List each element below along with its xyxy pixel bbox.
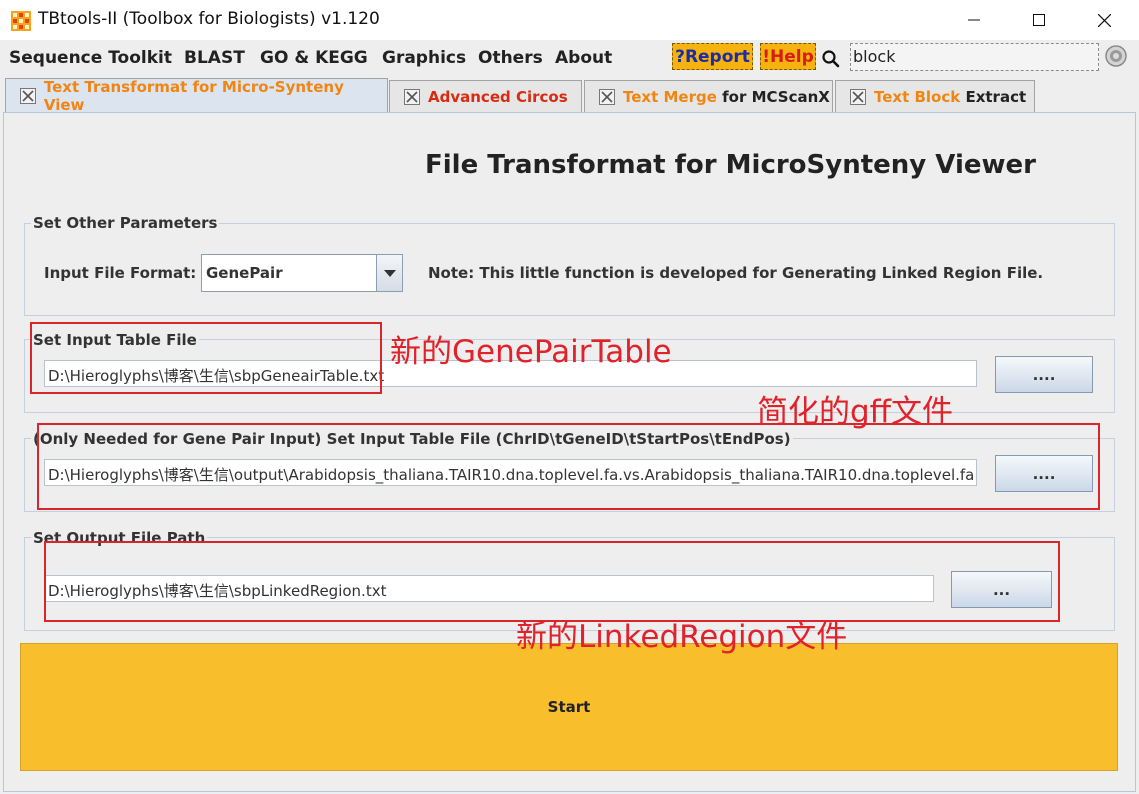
app-window: TBtools-II (Toolbox for Biologists) v1.1… bbox=[0, 0, 1139, 794]
tab-text-block[interactable]: Text Block Extract bbox=[835, 80, 1035, 112]
tab-label: Text Merge bbox=[623, 87, 717, 106]
close-tab-icon[interactable] bbox=[404, 88, 420, 105]
report-button[interactable]: ?Report bbox=[672, 43, 753, 70]
settings-gear-icon[interactable] bbox=[1104, 44, 1128, 68]
tab-text-merge[interactable]: Text Merge for MCScanX bbox=[584, 80, 833, 112]
gff-table-path-field[interactable]: D:\Hieroglyphs\博客\生信\output\Arabidopsis_… bbox=[44, 459, 977, 486]
search-input[interactable]: block bbox=[850, 43, 1099, 71]
menu-bar: Sequence Toolkit BLAST GO & KEGG Graphic… bbox=[0, 40, 1139, 78]
help-button[interactable]: !Help bbox=[760, 43, 816, 70]
maximize-button[interactable] bbox=[1007, 0, 1071, 40]
menu-others[interactable]: Others bbox=[478, 48, 543, 68]
window-title: TBtools-II (Toolbox for Biologists) v1.1… bbox=[38, 9, 380, 29]
tab-advanced-circos[interactable]: Advanced Circos bbox=[389, 80, 582, 112]
menu-graphics[interactable]: Graphics bbox=[382, 48, 466, 68]
gff-table-group-label: (Only Needed for Gene Pair Input) Set In… bbox=[31, 430, 793, 448]
tool-panel: File Transformat for MicroSynteny Viewer… bbox=[3, 112, 1136, 792]
output-path-browse-button[interactable]: ... bbox=[951, 571, 1052, 608]
maximize-icon bbox=[1033, 14, 1045, 26]
tab-strip: Text Transformat for Micro-Synteny View … bbox=[0, 77, 1139, 114]
output-path-field[interactable]: D:\Hieroglyphs\博客\生信\sbpLinkedRegion.txt bbox=[44, 575, 934, 602]
close-tab-icon[interactable] bbox=[850, 88, 866, 105]
chevron-down-icon[interactable] bbox=[376, 255, 402, 291]
close-tab-icon[interactable] bbox=[20, 87, 36, 104]
tab-label: Advanced Circos bbox=[428, 87, 568, 106]
menu-sequence-toolkit[interactable]: Sequence Toolkit bbox=[9, 48, 172, 68]
format-note: Note: This little function is developed … bbox=[428, 264, 1044, 282]
search-icon[interactable] bbox=[821, 49, 841, 69]
title-bar: TBtools-II (Toolbox for Biologists) v1.1… bbox=[0, 0, 1139, 40]
input-format-label: Input File Format: bbox=[44, 264, 197, 282]
annotation-text-gff: 简化的gff文件 bbox=[757, 394, 954, 430]
close-icon bbox=[1097, 13, 1111, 27]
input-table-browse-button[interactable]: .... bbox=[995, 356, 1093, 393]
start-button[interactable]: Start bbox=[20, 643, 1118, 771]
close-tab-icon[interactable] bbox=[599, 88, 615, 105]
input-table-group-label: Set Input Table File bbox=[31, 331, 199, 349]
tab-label: Text Block bbox=[874, 87, 961, 106]
gff-table-browse-button[interactable]: .... bbox=[995, 455, 1093, 492]
minimize-icon bbox=[968, 19, 980, 21]
app-logo-icon bbox=[11, 11, 31, 31]
tab-label-suffix: Extract bbox=[960, 87, 1027, 106]
menu-go-kegg[interactable]: GO & KEGG bbox=[260, 48, 368, 68]
page-title: File Transformat for MicroSynteny Viewer bbox=[425, 150, 1036, 180]
input-format-select[interactable]: GenePair bbox=[201, 254, 403, 292]
parameters-group-label: Set Other Parameters bbox=[31, 214, 220, 232]
annotation-text-input: 新的GenePairTable bbox=[390, 334, 672, 370]
annotation-text-output: 新的LinkedRegion文件 bbox=[516, 619, 848, 655]
tab-label-suffix: for MCScanX bbox=[716, 87, 830, 106]
minimize-button[interactable] bbox=[942, 0, 1006, 40]
output-path-group-label: Set Output File Path bbox=[31, 529, 208, 547]
close-window-button[interactable] bbox=[1072, 0, 1136, 40]
tab-micro-synteny[interactable]: Text Transformat for Micro-Synteny View bbox=[5, 77, 388, 114]
tab-label: Text Transformat for Micro-Synteny View bbox=[43, 77, 344, 114]
input-format-value: GenePair bbox=[206, 264, 283, 282]
menu-about[interactable]: About bbox=[555, 48, 612, 68]
menu-blast[interactable]: BLAST bbox=[184, 48, 245, 68]
